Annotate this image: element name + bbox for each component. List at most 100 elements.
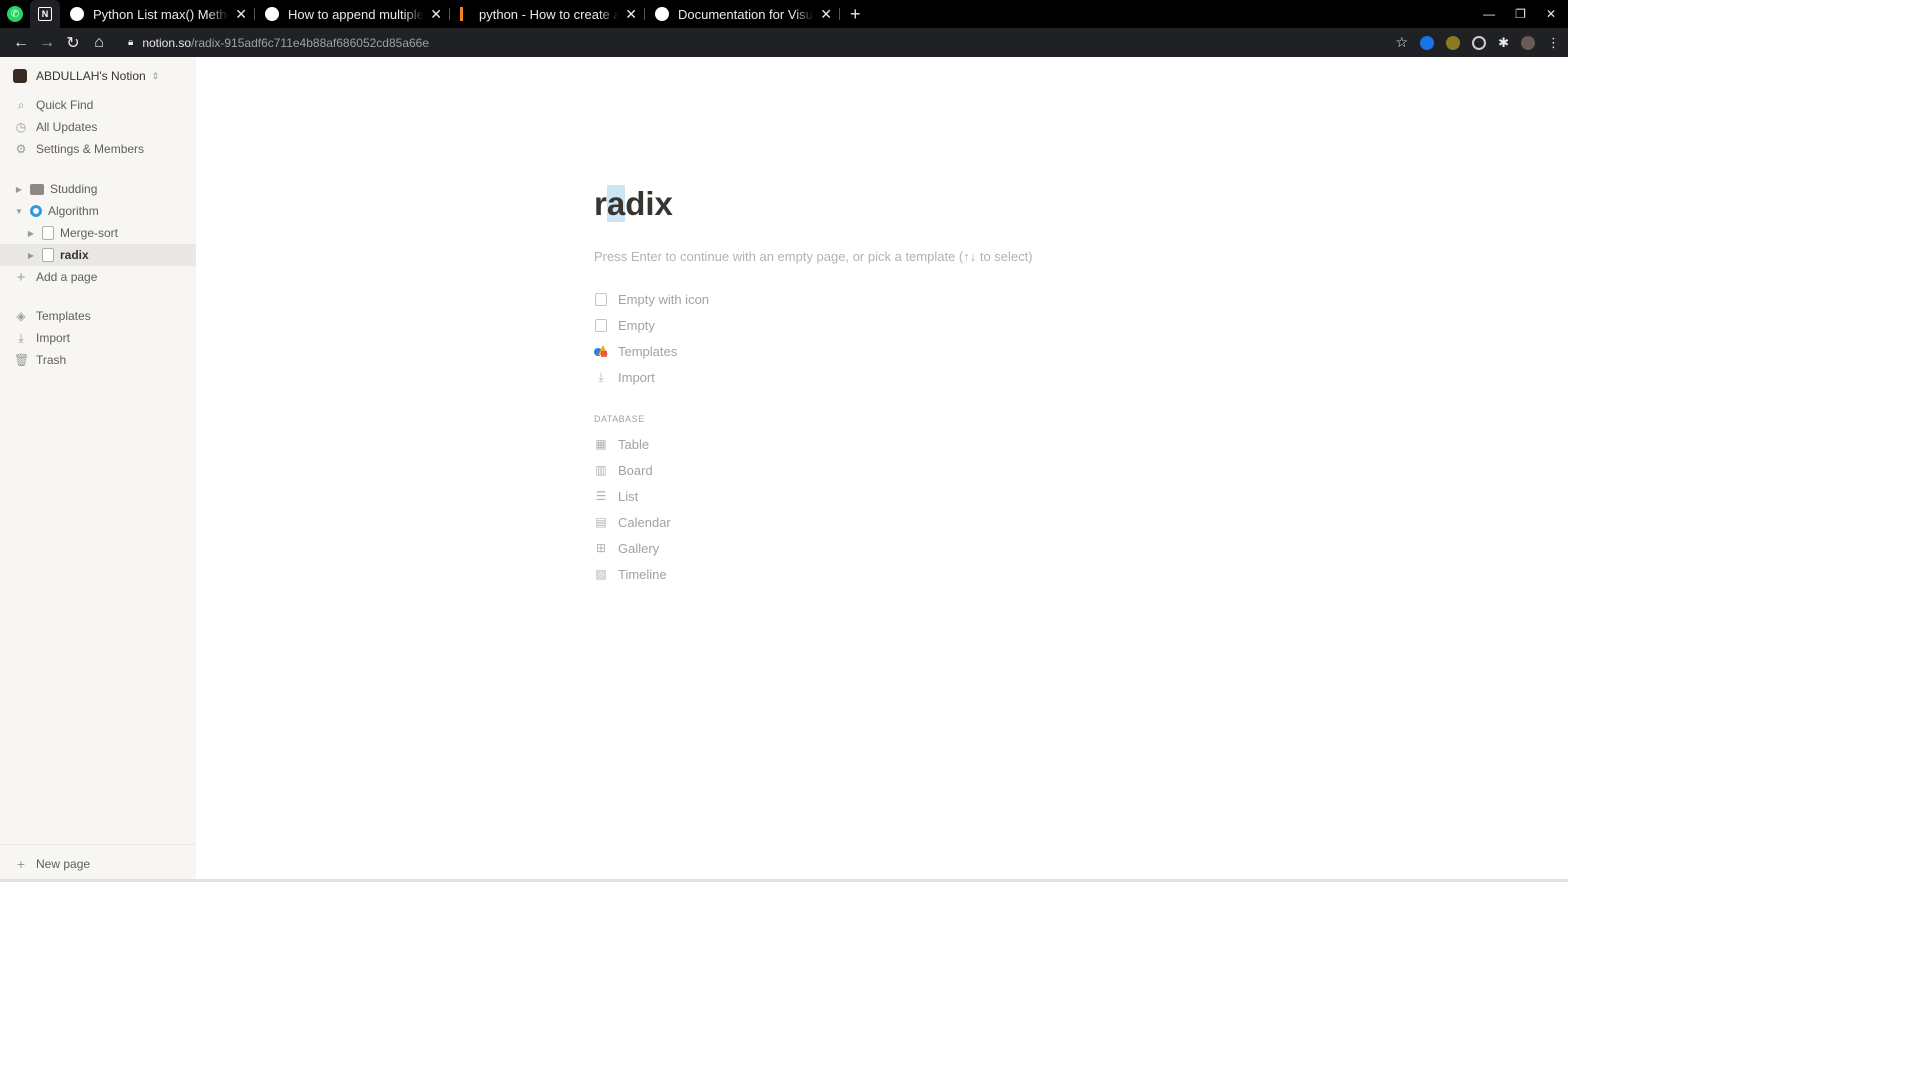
sidebar-item-settings[interactable]: ⚙ Settings & Members (0, 138, 196, 160)
chevron-right-icon[interactable]: ▶ (26, 251, 36, 260)
sidebar-item-trash[interactable]: 🗑︎ Trash (0, 349, 196, 371)
sidebar-item-import[interactable]: ⤓ Import (0, 327, 196, 349)
add-page-label: Add a page (36, 270, 98, 284)
close-window-icon[interactable]: ✕ (1546, 7, 1556, 21)
tab-title: Documentation for Visual (678, 6, 815, 22)
sidebar-item-studding[interactable]: ▶ Studding (0, 178, 196, 200)
page-icon (594, 292, 608, 306)
option-label: Templates (618, 343, 678, 359)
tab-strip: ✆ N Python List max() Method ✕ How to ap… (0, 0, 1568, 28)
browser-tab[interactable]: python - How to create a li ✕ (450, 0, 645, 28)
chevron-right-icon[interactable]: ▶ (14, 185, 24, 194)
sidebar-item-radix[interactable]: ▶ radix (0, 244, 196, 266)
extension-icon[interactable] (1420, 35, 1435, 50)
option-calendar[interactable]: ▤ Calendar (594, 512, 670, 532)
pinned-tab-notion[interactable]: N (30, 0, 60, 28)
tab-favicon-icon (70, 7, 84, 21)
chevron-down-icon[interactable]: ▼ (14, 207, 24, 216)
folder-icon (30, 183, 44, 195)
clock-icon: ◷ (15, 120, 27, 134)
back-icon[interactable]: ← (8, 34, 34, 52)
minimize-icon[interactable]: — (1483, 7, 1495, 21)
extension-icon[interactable] (1446, 35, 1461, 50)
menu-icon[interactable]: ⋮ (1547, 35, 1560, 51)
page-content: radix Press Enter to continue with an em… (196, 57, 1568, 880)
address-bar[interactable]: 🔒︎ notion.so/radix-915adf6c711e4b88af686… (120, 30, 1408, 56)
close-tab-icon[interactable]: ✕ (625, 6, 637, 23)
download-icon: ⤓ (598, 369, 604, 384)
templates-icon (594, 344, 608, 358)
tab-favicon-icon (655, 7, 669, 21)
close-tab-icon[interactable]: ✕ (235, 6, 247, 23)
option-list[interactable]: ☰ List (594, 486, 639, 506)
option-templates[interactable]: Templates (594, 341, 677, 361)
gallery-icon: ⊞ (595, 541, 607, 555)
sidebar-item-label: Quick Find (36, 98, 94, 112)
sidebar-item-label: Studding (50, 182, 98, 196)
page-icon (42, 248, 54, 262)
page-icon (42, 226, 54, 240)
sidebar-item-all-updates[interactable]: ◷ All Updates (0, 116, 196, 138)
profile-avatar[interactable] (1521, 35, 1535, 50)
option-empty[interactable]: Empty (594, 315, 655, 335)
browser-tab[interactable]: Python List max() Method ✕ (60, 0, 255, 28)
plus-icon: + (16, 268, 26, 286)
new-page-label: New page (36, 856, 91, 871)
title-selection: a (606, 185, 626, 222)
star-icon[interactable]: ☆ (1396, 34, 1409, 51)
option-gallery[interactable]: ⊞ Gallery (594, 538, 659, 558)
chevron-right-icon[interactable]: ▶ (26, 229, 36, 238)
option-timeline[interactable]: ▧ Timeline (594, 564, 667, 584)
reload-icon[interactable]: ↻ (60, 33, 86, 53)
browser-tab[interactable]: Documentation for Visual ✕ (645, 0, 840, 28)
tab-favicon-icon (265, 7, 279, 21)
browser-toolbar: ← → ↻ ⌂ 🔒︎ notion.so/radix-915adf6c711e4… (0, 28, 1568, 57)
option-label: Empty (618, 317, 655, 333)
sidebar-item-algorithm[interactable]: ▼ Algorithm (0, 200, 196, 222)
board-icon: ▥ (595, 463, 607, 477)
window-controls: — ❐ ✕ (1483, 7, 1568, 21)
sidebar-item-quick-find[interactable]: ⌕ Quick Find (0, 94, 196, 116)
sidebar-item-label: radix (60, 248, 89, 262)
download-icon: ⤓ (18, 330, 24, 345)
option-label: Timeline (618, 566, 667, 582)
forward-icon[interactable]: → (34, 34, 60, 52)
page-title[interactable]: radix (594, 185, 673, 223)
extension-icon[interactable] (1472, 35, 1487, 50)
sidebar-item-label: Merge-sort (60, 226, 119, 240)
table-icon: ▦ (595, 437, 607, 451)
close-tab-icon[interactable]: ✕ (820, 6, 832, 23)
add-page-button[interactable]: + Add a page (0, 266, 196, 288)
notion-icon: N (38, 7, 52, 21)
option-board[interactable]: ▥ Board (594, 460, 653, 480)
puzzle-icon[interactable]: ✱ (1498, 35, 1509, 51)
url-path: /radix-915adf6c711e4b88af686052cd85a66e (191, 35, 430, 50)
option-empty-with-icon[interactable]: Empty with icon (594, 289, 709, 309)
option-import[interactable]: ⤓ Import (594, 367, 655, 387)
maximize-icon[interactable]: ❐ (1515, 7, 1526, 21)
plus-icon: + (16, 855, 26, 872)
calendar-icon: ▤ (595, 515, 607, 529)
list-icon: ☰ (595, 489, 607, 503)
extensions: ✱ ⋮ (1420, 35, 1560, 51)
option-label: Import (618, 369, 655, 385)
stackoverflow-favicon-icon (460, 7, 470, 21)
tab-title: How to append multiple a (288, 6, 425, 22)
sidebar: ABDULLAH's Notion ⇕ ⌕ Quick Find ◷ All U… (0, 57, 196, 882)
pinned-tab-whatsapp[interactable]: ✆ (0, 0, 30, 28)
new-tab-icon[interactable]: + (850, 4, 861, 25)
whatsapp-icon: ✆ (7, 6, 23, 22)
sidebar-item-templates[interactable]: ◈ Templates (0, 305, 196, 327)
option-label: Board (618, 462, 653, 478)
close-tab-icon[interactable]: ✕ (430, 6, 442, 23)
timeline-icon: ▧ (595, 567, 607, 581)
database-section-label: DATABASE (594, 414, 645, 424)
new-page-button[interactable]: + New page (0, 844, 196, 882)
workspace-switcher[interactable]: ABDULLAH's Notion ⇕ (13, 69, 159, 83)
sidebar-item-label: Trash (36, 353, 67, 367)
browser-tab[interactable]: How to append multiple a ✕ (255, 0, 450, 28)
option-table[interactable]: ▦ Table (594, 434, 649, 454)
template-hint: Press Enter to continue with an empty pa… (594, 249, 1033, 264)
sidebar-item-merge-sort[interactable]: ▶ Merge-sort (0, 222, 196, 244)
home-icon[interactable]: ⌂ (86, 34, 112, 52)
